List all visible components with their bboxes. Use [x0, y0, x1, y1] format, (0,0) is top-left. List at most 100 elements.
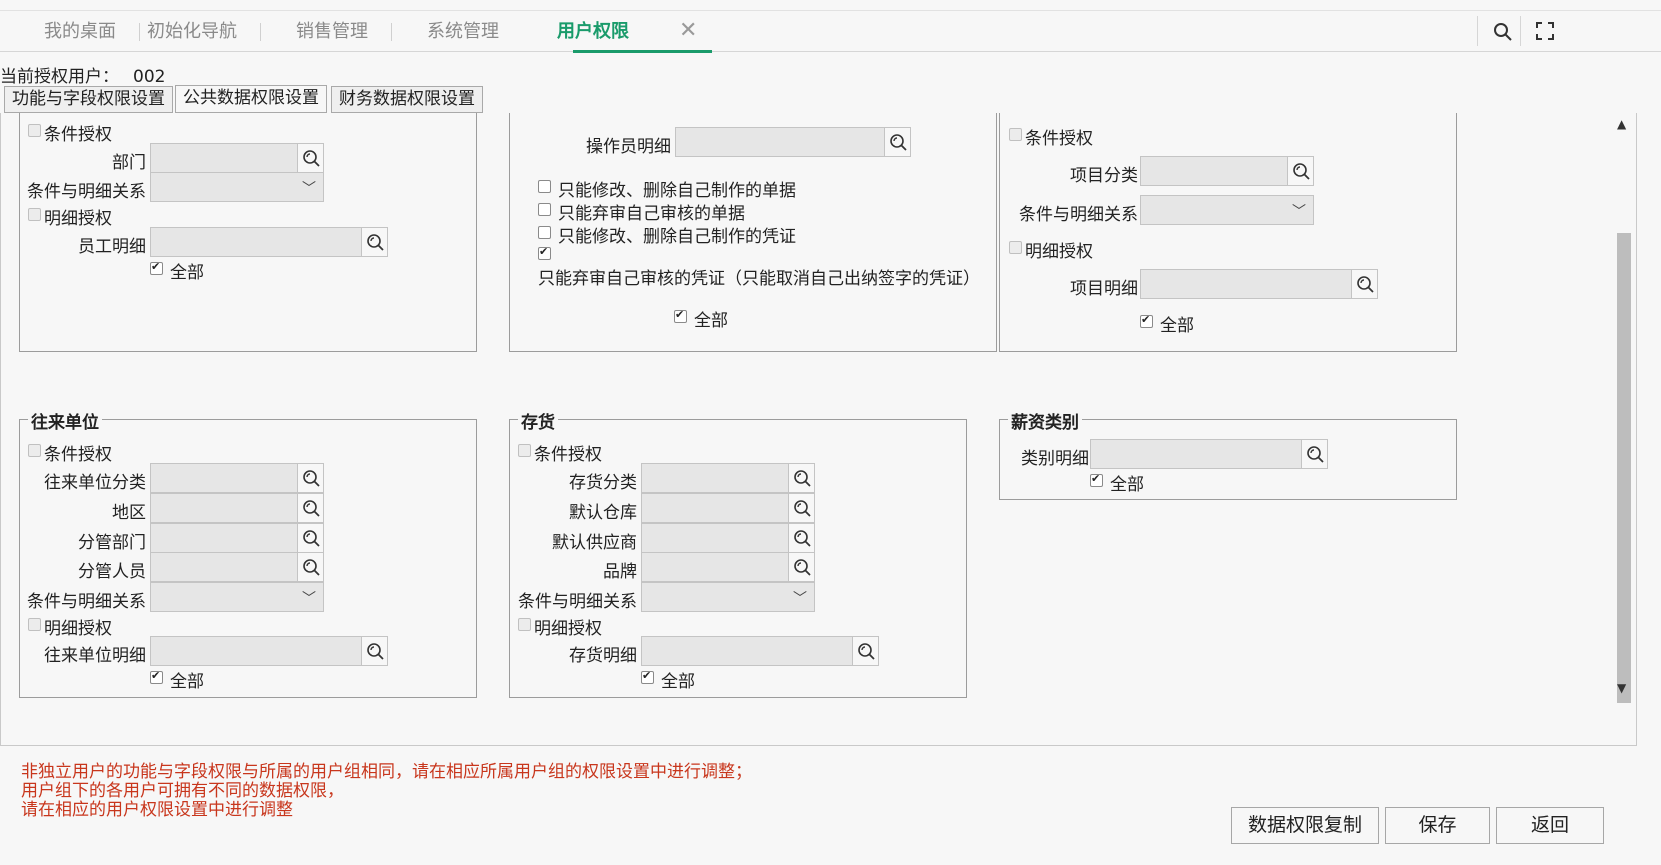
managing-dept-lookup-button[interactable] [297, 524, 323, 552]
managing-dept-input[interactable] [150, 523, 324, 553]
scroll-down-arrow-icon[interactable]: ▼ [1617, 681, 1626, 695]
managing-staff-lookup-button[interactable] [297, 553, 323, 581]
partner-detail-auth-label: 明细授权 [44, 619, 112, 639]
inventory-category-lookup-button[interactable] [788, 464, 814, 492]
dept-input[interactable] [150, 143, 324, 173]
inventory-cond-auth-checkbox[interactable] [518, 444, 531, 457]
search-button[interactable] [1477, 16, 1525, 46]
inventory-category-input[interactable] [641, 463, 815, 493]
subtab-function-field[interactable]: 功能与字段权限设置 [4, 86, 173, 113]
region-input[interactable] [150, 493, 324, 523]
option-unaudit-own-docs-checkbox[interactable] [538, 203, 551, 216]
inventory-all-checkbox[interactable] [641, 669, 654, 684]
project-detail-lookup-button[interactable] [1351, 270, 1377, 298]
partner-cond-auth-checkbox[interactable] [28, 444, 41, 457]
dept-lookup-button[interactable] [297, 144, 323, 172]
staff-all-checkbox[interactable] [150, 260, 163, 275]
staff-lookup-button[interactable] [361, 228, 387, 256]
default-warehouse-input[interactable] [641, 493, 815, 523]
copy-data-permission-button[interactable]: 数据权限复制 [1231, 807, 1379, 844]
salary-detail-lookup-button[interactable] [1301, 440, 1327, 468]
partner-detail-lookup-button[interactable] [361, 637, 387, 665]
partner-category-input[interactable] [150, 463, 324, 493]
partner-all-checkbox[interactable] [150, 669, 163, 684]
inventory-category-label: 存货分类 [569, 473, 637, 493]
project-category-input[interactable] [1140, 156, 1314, 186]
default-warehouse-lookup-button[interactable] [788, 494, 814, 522]
tab-sales[interactable]: 销售管理 [296, 19, 392, 47]
dept-relation-select[interactable]: ﹀ [150, 172, 324, 202]
salary-all-checkbox[interactable] [1090, 472, 1103, 487]
project-all-checkbox[interactable] [1140, 313, 1153, 328]
partner-detail-input[interactable] [150, 636, 388, 666]
tab-close-icon[interactable]: ✕ [679, 19, 697, 43]
partner-detail-auth-checkbox[interactable] [28, 618, 41, 631]
scroll-up-arrow-icon[interactable]: ▲ [1617, 117, 1626, 131]
tab-init-nav[interactable]: 初始化导航 [147, 19, 261, 47]
partner-category-lookup-button[interactable] [297, 464, 323, 492]
operator-input[interactable] [675, 127, 911, 157]
project-all-label: 全部 [1160, 316, 1194, 336]
tab-system[interactable]: 系统管理 [427, 19, 499, 47]
project-category-label: 项目分类 [1070, 166, 1138, 186]
partner-group-title: 往来单位 [28, 408, 102, 433]
project-cond-auth-checkbox[interactable] [1009, 128, 1022, 141]
inventory-group-title: 存货 [518, 408, 558, 433]
fullscreen-button[interactable] [1520, 16, 1568, 46]
partner-cond-auth-label: 条件授权 [44, 445, 112, 465]
option-unaudit-own-vouchers-checkbox[interactable] [538, 245, 551, 260]
project-relation-select[interactable]: ﹀ [1140, 195, 1314, 225]
inventory-detail-lookup-button[interactable] [852, 637, 878, 665]
dept-cond-auth-checkbox[interactable] [28, 124, 41, 137]
option-edit-own-docs-label: 只能修改、删除自己制作的单据 [558, 181, 796, 201]
default-supplier-lookup-button[interactable] [788, 524, 814, 552]
operator-label: 操作员明细 [586, 137, 671, 157]
inventory-detail-auth-checkbox[interactable] [518, 618, 531, 631]
subtab-finance-data[interactable]: 财务数据权限设置 [331, 86, 483, 113]
inventory-detail-input[interactable] [641, 636, 879, 666]
lookup-icon [890, 134, 907, 151]
managing-staff-input[interactable] [150, 552, 324, 582]
project-category-lookup-button[interactable] [1287, 157, 1313, 185]
inventory-relation-select[interactable]: ﹀ [641, 582, 815, 612]
fullscreen-icon [1536, 22, 1554, 40]
region-lookup-button[interactable] [297, 494, 323, 522]
subtab-public-data[interactable]: 公共数据权限设置 [175, 85, 327, 113]
project-detail-input[interactable] [1140, 269, 1378, 299]
lookup-icon [303, 150, 320, 167]
lookup-icon [303, 530, 320, 547]
partner-group: 往来单位 条件授权 往来单位分类 地区 分管部门 分管人员 条件与明细关系 ﹀ … [19, 408, 477, 698]
tab-user-permission[interactable]: 用户权限 [557, 19, 629, 47]
option-edit-own-vouchers-label: 只能修改、删除自己制作的凭证 [558, 227, 796, 247]
salary-detail-input[interactable] [1090, 439, 1328, 469]
operator-all-checkbox[interactable] [674, 308, 687, 323]
scrollbar-thumb[interactable] [1617, 233, 1631, 703]
staff-input[interactable] [150, 227, 388, 257]
default-supplier-label: 默认供应商 [552, 533, 637, 553]
lookup-icon [1357, 276, 1374, 293]
option-edit-own-vouchers-checkbox[interactable] [538, 226, 551, 239]
vertical-scrollbar[interactable]: ▲ ▼ [1612, 113, 1636, 745]
partner-relation-select[interactable]: ﹀ [150, 582, 324, 612]
top-tab-bar: 我的桌面 初始化导航 销售管理 系统管理 用户权限 ✕ [0, 10, 1661, 53]
default-supplier-input[interactable] [641, 523, 815, 553]
salary-category-group: 薪资类别 类别明细 全部 [999, 408, 1457, 500]
dept-relation-label: 条件与明细关系 [27, 182, 146, 202]
save-button[interactable]: 保存 [1385, 807, 1490, 844]
back-button[interactable]: 返回 [1496, 807, 1604, 844]
partner-relation-label: 条件与明细关系 [27, 592, 146, 612]
operator-group: 操作员明细 只能修改、删除自己制作的单据 只能弃审自己审核的单据 只能修改、删除… [509, 113, 997, 352]
lookup-icon [794, 530, 811, 547]
inventory-cond-auth-label: 条件授权 [534, 445, 602, 465]
project-detail-auth-checkbox[interactable] [1009, 241, 1022, 254]
project-detail-auth-label: 明细授权 [1025, 242, 1093, 262]
brand-lookup-button[interactable] [788, 553, 814, 581]
partner-detail-label: 往来单位明细 [44, 646, 146, 666]
tab-desktop[interactable]: 我的桌面 [44, 19, 140, 47]
option-edit-own-docs-checkbox[interactable] [538, 180, 551, 193]
dept-detail-auth-checkbox[interactable] [28, 208, 41, 221]
operator-lookup-button[interactable] [884, 128, 910, 156]
inventory-detail-auth-label: 明细授权 [534, 619, 602, 639]
inventory-group: 存货 条件授权 存货分类 默认仓库 默认供应商 品牌 条件与明细关系 ﹀ 明细授… [509, 408, 967, 698]
brand-input[interactable] [641, 552, 815, 582]
